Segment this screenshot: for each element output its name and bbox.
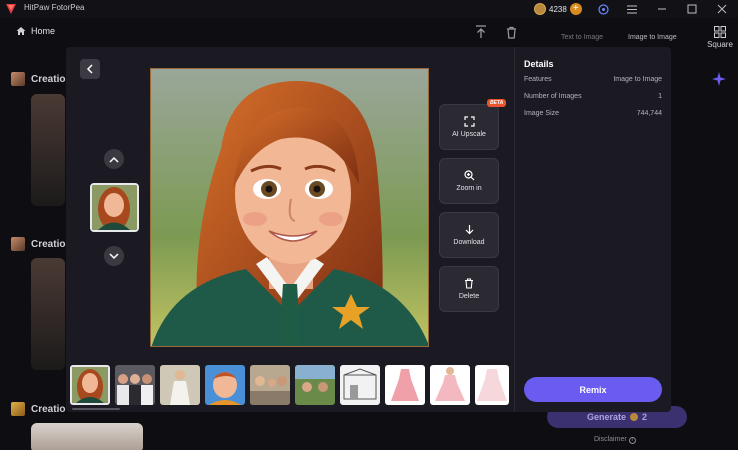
filmstrip-thumb[interactable] <box>385 365 425 405</box>
next-image-button[interactable] <box>104 246 124 266</box>
portrait-thumbnail <box>92 185 137 230</box>
detail-label: Features <box>524 76 552 83</box>
filmstrip-thumb[interactable] <box>430 365 470 405</box>
coin-count: 4238 <box>549 4 567 14</box>
back-button[interactable] <box>80 59 100 79</box>
ai-upscale-button[interactable]: AI Upscale <box>439 104 499 150</box>
detail-value: Image to Image <box>613 76 662 83</box>
disclaimer-link[interactable]: Disclaimer i <box>594 436 636 444</box>
download-button[interactable]: Download <box>439 212 499 258</box>
back-arrow-icon <box>86 64 93 74</box>
zoom-in-label: Zoom in <box>456 185 482 192</box>
remix-button[interactable]: Remix <box>524 377 662 402</box>
creation-label: Creatio <box>31 403 66 415</box>
info-icon: i <box>628 437 636 444</box>
grid-icon <box>714 26 726 38</box>
trash-icon <box>465 278 473 289</box>
chevron-down-icon <box>109 252 119 259</box>
close-icon[interactable] <box>715 2 729 16</box>
ai-upscale-label: AI Upscale <box>452 131 486 138</box>
filmstrip-scrollbar[interactable] <box>72 408 120 410</box>
creation-thumb <box>11 72 25 86</box>
coin-icon <box>534 3 546 15</box>
delete-button[interactable]: Delete <box>439 266 499 312</box>
creation-thumb <box>11 402 25 416</box>
square-nav[interactable]: Square <box>705 26 735 49</box>
zoom-in-button[interactable]: Zoom in <box>439 158 499 204</box>
sparkle-icon <box>712 72 726 86</box>
creation-header-1: Creatio <box>11 72 65 86</box>
plus-icon[interactable]: + <box>569 3 582 15</box>
download-label: Download <box>453 239 485 246</box>
minimize-icon[interactable] <box>655 2 669 16</box>
creation-card[interactable] <box>31 258 65 370</box>
detail-label: Image Size <box>524 110 560 117</box>
home-link[interactable]: Home <box>16 26 55 36</box>
filmstrip-thumb[interactable] <box>160 365 200 405</box>
filmstrip-thumb[interactable] <box>340 365 380 405</box>
home-icon <box>16 27 26 35</box>
filmstrip-thumb-selected[interactable] <box>70 365 110 405</box>
generate-label: Generate <box>586 412 626 422</box>
zoom-in-icon <box>463 170 474 181</box>
app-logo-icon <box>6 4 16 14</box>
creation-label: Creatio <box>31 73 66 85</box>
generate-cost: 2 <box>642 412 648 422</box>
tab-image-to-image[interactable]: Image to Image <box>628 34 677 41</box>
current-image-thumbnail[interactable] <box>90 183 139 232</box>
delete-label: Delete <box>458 293 480 300</box>
maximize-icon[interactable] <box>685 2 699 16</box>
app-title: HitPaw FotorPea <box>24 3 85 12</box>
filmstrip-thumb[interactable] <box>250 365 290 405</box>
creation-header-2: Creatio <box>11 237 65 251</box>
detail-value: 744,744 <box>636 110 662 117</box>
tab-text-to-image[interactable]: Text to Image <box>561 34 603 41</box>
trash-icon[interactable] <box>503 24 519 40</box>
previous-image-button[interactable] <box>104 149 124 169</box>
details-title: Details <box>524 59 554 69</box>
coin-icon <box>630 413 638 421</box>
creation-card[interactable] <box>31 94 65 206</box>
filmstrip-thumb[interactable] <box>295 365 335 405</box>
home-label: Home <box>31 26 56 36</box>
main-preview-image <box>150 68 429 347</box>
modal-divider <box>514 47 515 412</box>
detail-row-number-of-images: Number of Images 1 <box>524 93 662 100</box>
detail-row-features: Features Image to Image <box>524 76 662 83</box>
menu-icon[interactable] <box>625 2 639 16</box>
detail-label: Number of Images <box>524 93 582 100</box>
creation-label: Creatio <box>31 238 66 250</box>
filmstrip-thumb[interactable] <box>475 365 509 405</box>
upload-icon[interactable] <box>473 24 489 40</box>
download-icon <box>465 225 473 235</box>
expand-icon <box>463 116 475 127</box>
creation-header-3: Creatio <box>11 402 65 416</box>
detail-row-image-size: Image Size 744,744 <box>524 110 662 117</box>
creation-thumb <box>11 237 25 251</box>
square-label: Square <box>707 40 733 49</box>
settings-icon[interactable] <box>596 2 610 16</box>
detail-value: 1 <box>658 93 662 100</box>
coin-balance[interactable]: 4238 + <box>534 2 582 16</box>
filmstrip-thumb[interactable] <box>205 365 245 405</box>
filmstrip-thumb[interactable] <box>115 365 155 405</box>
beta-badge: BETA <box>487 99 507 107</box>
creation-card[interactable] <box>31 423 143 450</box>
chevron-up-icon <box>109 156 119 163</box>
title-bar: HitPaw FotorPea 4238 + <box>0 0 738 18</box>
disclaimer-label: Disclaimer <box>594 436 627 443</box>
